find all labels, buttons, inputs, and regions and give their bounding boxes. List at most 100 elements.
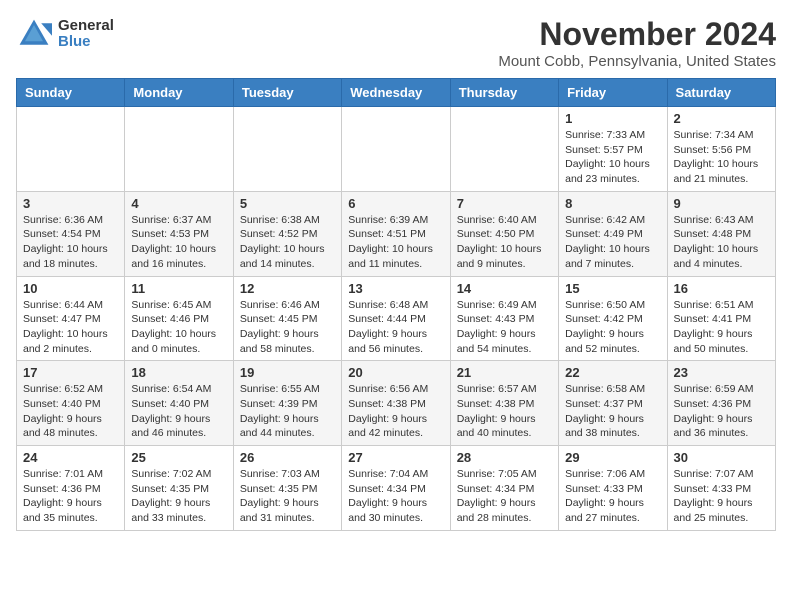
weekday-header-wednesday: Wednesday [342, 79, 450, 107]
location: Mount Cobb, Pennsylvania, United States [498, 53, 776, 70]
calendar-cell: 12 Sunrise: 6:46 AM Sunset: 4:45 PM Dayli… [233, 276, 341, 361]
day-info: Sunrise: 6:52 AM Sunset: 4:40 PM Dayligh… [23, 382, 118, 441]
calendar-cell: 21Sunrise: 6:57 AM Sunset: 4:38 PM Dayli… [450, 361, 558, 446]
day-number: 17 [23, 365, 118, 380]
day-info: Sunrise: 6:46 AM Sunset: 4:45 PM Dayligh… [240, 298, 335, 357]
day-number: 19 [240, 365, 335, 380]
day-info: Sunrise: 6:50 AM Sunset: 4:42 PM Dayligh… [565, 298, 660, 357]
calendar-cell: 29Sunrise: 7:06 AM Sunset: 4:33 PM Dayli… [559, 446, 667, 531]
calendar-cell: 3Sunrise: 6:36 AM Sunset: 4:54 PM Daylig… [17, 191, 125, 276]
weekday-header-monday: Monday [125, 79, 233, 107]
calendar-cell: 14Sunrise: 6:49 AM Sunset: 4:43 PM Dayli… [450, 276, 558, 361]
calendar-cell: 1 Sunrise: 7:33 AM Sunset: 5:57 PM Daylig… [559, 107, 667, 192]
day-info: Sunrise: 7:33 AM Sunset: 5:57 PM Dayligh… [565, 128, 660, 187]
day-info: Sunrise: 6:44 AM Sunset: 4:47 PM Dayligh… [23, 298, 118, 357]
logo-general: General [58, 18, 114, 35]
calendar-cell: 30Sunrise: 7:07 AM Sunset: 4:33 PM Dayli… [667, 446, 775, 531]
day-number: 30 [674, 450, 769, 465]
day-info: Sunrise: 6:51 AM Sunset: 4:41 PM Dayligh… [674, 298, 769, 357]
calendar-cell: 23 Sunrise: 6:59 AM Sunset: 4:36 PM Dayli… [667, 361, 775, 446]
calendar-cell: 6Sunrise: 6:39 AM Sunset: 4:51 PM Daylig… [342, 191, 450, 276]
calendar-cell: 13 Sunrise: 6:48 AM Sunset: 4:44 PM Dayli… [342, 276, 450, 361]
day-number: 10 [23, 281, 118, 296]
day-number: 9 [674, 196, 769, 211]
calendar-cell: 16 Sunrise: 6:51 AM Sunset: 4:41 PM Dayli… [667, 276, 775, 361]
weekday-header-friday: Friday [559, 79, 667, 107]
day-number: 20 [348, 365, 443, 380]
calendar-cell: 10 Sunrise: 6:44 AM Sunset: 4:47 PM Dayli… [17, 276, 125, 361]
calendar-cell: 7Sunrise: 6:40 AM Sunset: 4:50 PM Daylig… [450, 191, 558, 276]
calendar-cell: 9 Sunrise: 6:43 AM Sunset: 4:48 PM Daylig… [667, 191, 775, 276]
calendar-cell [125, 107, 233, 192]
calendar-cell: 27 Sunrise: 7:04 AM Sunset: 4:34 PM Dayli… [342, 446, 450, 531]
calendar-cell [450, 107, 558, 192]
logo-blue: Blue [58, 34, 114, 51]
day-number: 4 [131, 196, 226, 211]
weekday-row: SundayMondayTuesdayWednesdayThursdayFrid… [17, 79, 776, 107]
calendar-cell [342, 107, 450, 192]
day-info: Sunrise: 6:43 AM Sunset: 4:48 PM Dayligh… [674, 213, 769, 272]
day-info: Sunrise: 6:45 AM Sunset: 4:46 PM Dayligh… [131, 298, 226, 357]
calendar-week-2: 10 Sunrise: 6:44 AM Sunset: 4:47 PM Dayli… [17, 276, 776, 361]
calendar-cell: 19 Sunrise: 6:55 AM Sunset: 4:39 PM Dayli… [233, 361, 341, 446]
calendar-week-4: 24 Sunrise: 7:01 AM Sunset: 4:36 PM Dayli… [17, 446, 776, 531]
calendar-cell: 18Sunrise: 6:54 AM Sunset: 4:40 PM Dayli… [125, 361, 233, 446]
calendar-cell: 11 Sunrise: 6:45 AM Sunset: 4:46 PM Dayli… [125, 276, 233, 361]
day-number: 28 [457, 450, 552, 465]
calendar: SundayMondayTuesdayWednesdayThursdayFrid… [16, 78, 776, 531]
day-info: Sunrise: 6:48 AM Sunset: 4:44 PM Dayligh… [348, 298, 443, 357]
calendar-cell: 20Sunrise: 6:56 AM Sunset: 4:38 PM Dayli… [342, 361, 450, 446]
calendar-cell: 26Sunrise: 7:03 AM Sunset: 4:35 PM Dayli… [233, 446, 341, 531]
day-number: 16 [674, 281, 769, 296]
day-number: 11 [131, 281, 226, 296]
day-info: Sunrise: 6:58 AM Sunset: 4:37 PM Dayligh… [565, 382, 660, 441]
page-header: General Blue November 2024 Mount Cobb, P… [16, 16, 776, 70]
day-info: Sunrise: 6:37 AM Sunset: 4:53 PM Dayligh… [131, 213, 226, 272]
day-number: 5 [240, 196, 335, 211]
calendar-body: 1 Sunrise: 7:33 AM Sunset: 5:57 PM Daylig… [17, 107, 776, 531]
calendar-cell: 5 Sunrise: 6:38 AM Sunset: 4:52 PM Daylig… [233, 191, 341, 276]
day-info: Sunrise: 6:39 AM Sunset: 4:51 PM Dayligh… [348, 213, 443, 272]
day-info: Sunrise: 7:05 AM Sunset: 4:34 PM Dayligh… [457, 467, 552, 526]
calendar-week-1: 3Sunrise: 6:36 AM Sunset: 4:54 PM Daylig… [17, 191, 776, 276]
calendar-cell [17, 107, 125, 192]
day-info: Sunrise: 6:38 AM Sunset: 4:52 PM Dayligh… [240, 213, 335, 272]
day-number: 7 [457, 196, 552, 211]
calendar-cell: 15Sunrise: 6:50 AM Sunset: 4:42 PM Dayli… [559, 276, 667, 361]
logo: General Blue [16, 16, 114, 52]
day-info: Sunrise: 6:55 AM Sunset: 4:39 PM Dayligh… [240, 382, 335, 441]
day-number: 22 [565, 365, 660, 380]
day-number: 1 [565, 111, 660, 126]
day-number: 2 [674, 111, 769, 126]
day-info: Sunrise: 7:06 AM Sunset: 4:33 PM Dayligh… [565, 467, 660, 526]
calendar-cell [233, 107, 341, 192]
month-title: November 2024 [498, 16, 776, 53]
day-number: 12 [240, 281, 335, 296]
day-number: 21 [457, 365, 552, 380]
day-info: Sunrise: 6:42 AM Sunset: 4:49 PM Dayligh… [565, 213, 660, 272]
day-number: 23 [674, 365, 769, 380]
day-info: Sunrise: 7:04 AM Sunset: 4:34 PM Dayligh… [348, 467, 443, 526]
day-number: 27 [348, 450, 443, 465]
day-info: Sunrise: 6:59 AM Sunset: 4:36 PM Dayligh… [674, 382, 769, 441]
calendar-cell: 24 Sunrise: 7:01 AM Sunset: 4:36 PM Dayli… [17, 446, 125, 531]
calendar-cell: 25Sunrise: 7:02 AM Sunset: 4:35 PM Dayli… [125, 446, 233, 531]
weekday-header-saturday: Saturday [667, 79, 775, 107]
weekday-header-sunday: Sunday [17, 79, 125, 107]
day-number: 26 [240, 450, 335, 465]
day-number: 24 [23, 450, 118, 465]
calendar-cell: 17 Sunrise: 6:52 AM Sunset: 4:40 PM Dayli… [17, 361, 125, 446]
logo-icon [16, 16, 52, 52]
day-number: 13 [348, 281, 443, 296]
calendar-cell: 4 Sunrise: 6:37 AM Sunset: 4:53 PM Daylig… [125, 191, 233, 276]
title-area: November 2024 Mount Cobb, Pennsylvania, … [498, 16, 776, 70]
day-info: Sunrise: 7:02 AM Sunset: 4:35 PM Dayligh… [131, 467, 226, 526]
calendar-week-3: 17 Sunrise: 6:52 AM Sunset: 4:40 PM Dayli… [17, 361, 776, 446]
calendar-cell: 28 Sunrise: 7:05 AM Sunset: 4:34 PM Dayli… [450, 446, 558, 531]
day-info: Sunrise: 6:49 AM Sunset: 4:43 PM Dayligh… [457, 298, 552, 357]
day-info: Sunrise: 6:36 AM Sunset: 4:54 PM Dayligh… [23, 213, 118, 272]
calendar-header: SundayMondayTuesdayWednesdayThursdayFrid… [17, 79, 776, 107]
calendar-cell: 8 Sunrise: 6:42 AM Sunset: 4:49 PM Daylig… [559, 191, 667, 276]
day-info: Sunrise: 7:01 AM Sunset: 4:36 PM Dayligh… [23, 467, 118, 526]
day-number: 8 [565, 196, 660, 211]
